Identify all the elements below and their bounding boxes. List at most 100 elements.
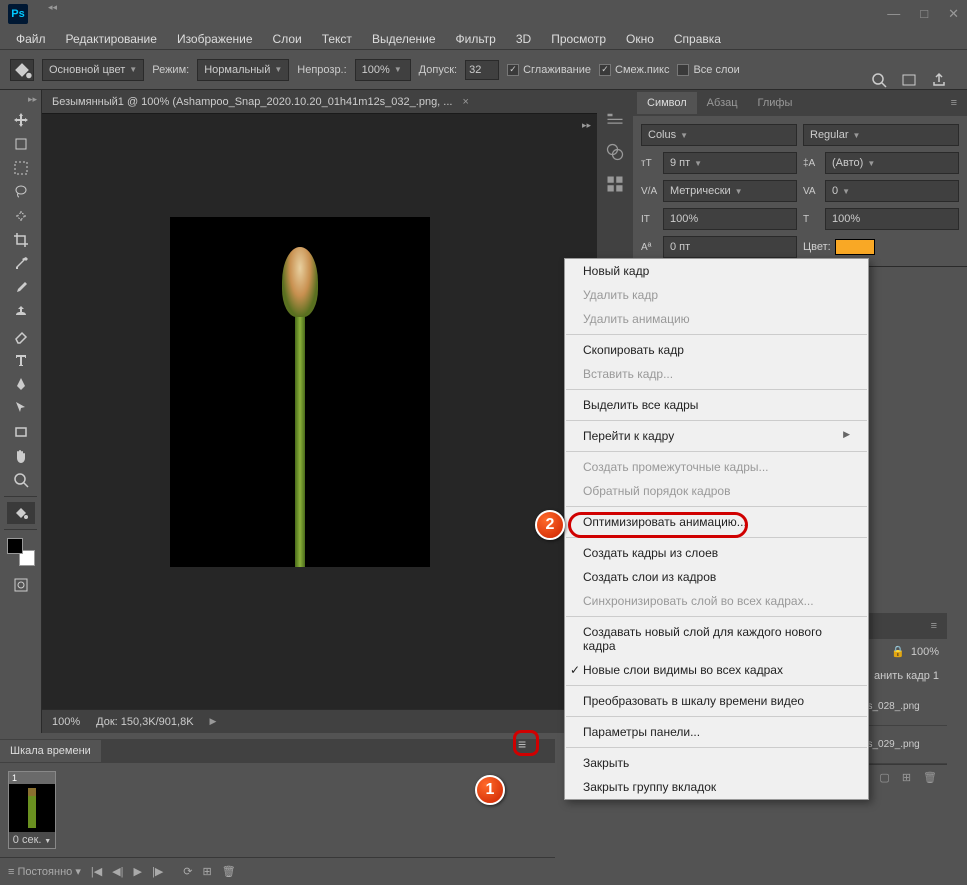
paragraph-styles-icon[interactable] bbox=[605, 110, 625, 130]
menu-файл[interactable]: Файл bbox=[8, 29, 54, 49]
share-icon[interactable] bbox=[931, 72, 947, 91]
ctx-item[interactable]: Скопировать кадр bbox=[565, 338, 868, 362]
layer-group-icon[interactable]: ▢ bbox=[879, 771, 889, 784]
hscale-input[interactable]: 100% bbox=[825, 208, 959, 230]
tools-panel: ▸▸ bbox=[0, 90, 42, 733]
crop-tool[interactable] bbox=[7, 229, 35, 251]
ctx-item[interactable]: Закрыть группу вкладок bbox=[565, 775, 868, 799]
document-tab[interactable]: Безымянный1 @ 100% (Ashampoo_Snap_2020.1… bbox=[42, 90, 597, 114]
ctx-item[interactable]: Оптимизировать анимацию... bbox=[565, 510, 868, 534]
prev-frame-icon[interactable]: ◀| bbox=[112, 865, 123, 878]
rectangle-tool[interactable] bbox=[7, 421, 35, 443]
ctx-item[interactable]: Новый кадр bbox=[565, 259, 868, 283]
font-family-select[interactable]: Colus▼ bbox=[641, 124, 797, 146]
new-layer-icon[interactable]: ⊞ bbox=[902, 771, 911, 784]
brush-tool[interactable] bbox=[7, 277, 35, 299]
hand-tool[interactable] bbox=[7, 445, 35, 467]
tab-close-icon[interactable]: × bbox=[462, 96, 468, 108]
next-frame-icon[interactable]: |▶ bbox=[152, 865, 163, 878]
menu-изображение[interactable]: Изображение bbox=[169, 29, 261, 49]
tracking-input[interactable]: 0▼ bbox=[825, 180, 959, 202]
path-select-tool[interactable] bbox=[7, 397, 35, 419]
ctx-item[interactable]: Новые слои видимы во всех кадрах bbox=[565, 658, 868, 682]
menu-окно[interactable]: Окно bbox=[618, 29, 662, 49]
kerning-select[interactable]: Метрически▼ bbox=[663, 180, 797, 202]
swatches-icon[interactable] bbox=[605, 174, 625, 194]
baseline-input[interactable]: 0 пт bbox=[663, 236, 797, 258]
panel-menu-icon[interactable]: ≡ bbox=[945, 97, 963, 109]
ctx-item[interactable]: Параметры панели... bbox=[565, 720, 868, 744]
color-swatches[interactable] bbox=[7, 538, 35, 566]
lasso-tool[interactable] bbox=[7, 181, 35, 203]
workspace-icon[interactable] bbox=[901, 72, 917, 91]
contiguous-checkbox[interactable]: ✓Смеж.пикс bbox=[599, 64, 669, 76]
pen-tool[interactable] bbox=[7, 373, 35, 395]
color-icon[interactable] bbox=[605, 142, 625, 162]
leading-input[interactable]: (Авто)▼ bbox=[825, 152, 959, 174]
tab-paragraph[interactable]: Абзац bbox=[697, 92, 748, 114]
menu-редактирование[interactable]: Редактирование bbox=[58, 29, 165, 49]
artboard-tool[interactable] bbox=[7, 133, 35, 155]
type-tool[interactable] bbox=[7, 349, 35, 371]
blend-mode-select[interactable]: Нормальный▼ bbox=[197, 59, 289, 81]
eraser-tool[interactable] bbox=[7, 325, 35, 347]
marquee-tool[interactable] bbox=[7, 157, 35, 179]
eyedropper-tool[interactable] bbox=[7, 253, 35, 275]
canvas[interactable]: ▸▸ bbox=[42, 114, 597, 709]
menu-3d[interactable]: 3D bbox=[508, 29, 539, 49]
bucket-tool-icon[interactable] bbox=[10, 59, 34, 81]
vscale-input[interactable]: 100% bbox=[663, 208, 797, 230]
menu-фильтр[interactable]: Фильтр bbox=[448, 29, 504, 49]
mode-label: Режим: bbox=[152, 64, 189, 76]
clone-stamp-tool[interactable] bbox=[7, 301, 35, 323]
ctx-item[interactable]: Создавать новый слой для каждого нового … bbox=[565, 620, 868, 658]
opacity-value[interactable]: 100% bbox=[911, 646, 939, 658]
close-button[interactable]: ✕ bbox=[948, 6, 959, 22]
font-size-input[interactable]: 9 пт▼ bbox=[663, 152, 797, 174]
tween-icon[interactable]: ⟳ bbox=[183, 865, 192, 878]
ctx-item[interactable]: Создать слои из кадров bbox=[565, 565, 868, 589]
opacity-input[interactable]: 100%▼ bbox=[355, 59, 411, 81]
search-icon[interactable] bbox=[871, 72, 887, 91]
duplicate-frame-icon[interactable]: ⊞ bbox=[203, 865, 212, 878]
menu-слои[interactable]: Слои bbox=[265, 29, 310, 49]
text-color-swatch[interactable] bbox=[835, 239, 875, 255]
delete-frame-icon[interactable]: 🗑 bbox=[222, 865, 236, 878]
ctx-item: Создать промежуточные кадры... bbox=[565, 455, 868, 479]
antialias-checkbox[interactable]: ✓Сглаживание bbox=[507, 64, 591, 76]
frame-thumbnail[interactable]: 1 0 сек. ▼ bbox=[8, 771, 56, 849]
minimize-button[interactable]: ― bbox=[887, 6, 900, 22]
tolerance-input[interactable] bbox=[465, 60, 499, 80]
layers-panel-menu-icon[interactable]: ≡ bbox=[925, 620, 943, 632]
first-frame-icon[interactable]: |◀ bbox=[91, 865, 102, 878]
leading-icon: ‡A bbox=[803, 158, 821, 169]
zoom-level[interactable]: 100% bbox=[52, 716, 80, 728]
ctx-item[interactable]: Перейти к кадру bbox=[565, 424, 868, 448]
quickmask-icon[interactable] bbox=[7, 574, 35, 596]
zoom-tool[interactable] bbox=[7, 469, 35, 491]
tab-timeline[interactable]: Шкала времени bbox=[0, 740, 101, 762]
ctx-item[interactable]: Закрыть bbox=[565, 751, 868, 775]
menu-справка[interactable]: Справка bbox=[666, 29, 729, 49]
frame-duration[interactable]: 0 сек. ▼ bbox=[9, 832, 55, 848]
move-tool[interactable] bbox=[7, 109, 35, 131]
tab-character[interactable]: Символ bbox=[637, 92, 697, 114]
play-icon[interactable]: ▶ bbox=[134, 865, 142, 878]
delete-layer-icon[interactable]: 🗑 bbox=[923, 771, 937, 784]
tab-glyphs[interactable]: Глифы bbox=[748, 92, 803, 114]
maximize-button[interactable]: □ bbox=[920, 6, 928, 22]
menu-выделение[interactable]: Выделение bbox=[364, 29, 444, 49]
bucket-tool[interactable] bbox=[7, 502, 35, 524]
menu-просмотр[interactable]: Просмотр bbox=[543, 29, 614, 49]
ctx-item[interactable]: Преобразовать в шкалу времени видео bbox=[565, 689, 868, 713]
fill-source-select[interactable]: Основной цвет▼ bbox=[42, 59, 144, 81]
loop-select[interactable]: ≡ Постоянно ▾ bbox=[8, 865, 81, 878]
menu-текст[interactable]: Текст bbox=[314, 29, 360, 49]
ctx-item[interactable]: Выделить все кадры bbox=[565, 393, 868, 417]
ctx-item[interactable]: Создать кадры из слоев bbox=[565, 541, 868, 565]
font-style-select[interactable]: Regular▼ bbox=[803, 124, 959, 146]
options-bar: Основной цвет▼ Режим: Нормальный▼ Непроз… bbox=[0, 50, 967, 90]
quick-select-tool[interactable] bbox=[7, 205, 35, 227]
all-layers-checkbox[interactable]: Все слои bbox=[677, 64, 739, 76]
lock-icon[interactable]: 🔒 bbox=[891, 645, 905, 658]
